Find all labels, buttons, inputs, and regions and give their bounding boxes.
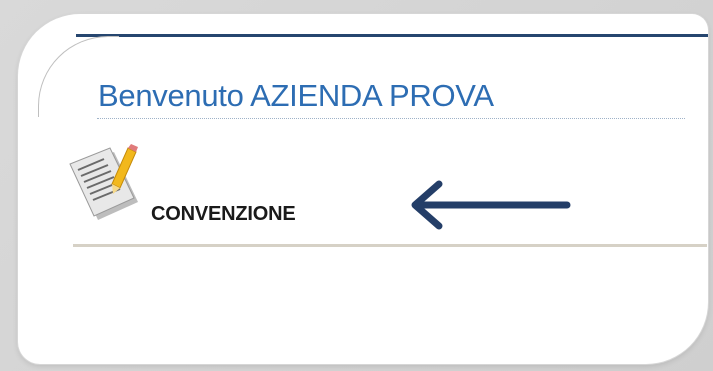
menu-item-convenzione[interactable]: CONVENZIONE [68,144,368,234]
section-divider [73,244,707,247]
panel-corner-shine [688,324,708,364]
document-pencil-icon [69,144,138,220]
content-panel: Benvenuto AZIENDA PROVA CONVENZIONE [18,14,708,364]
screenshot-frame: Benvenuto AZIENDA PROVA CONVENZIONE [0,0,713,371]
header-strip [76,34,708,37]
welcome-title: Benvenuto AZIENDA PROVA [98,78,494,113]
menu-item-label: CONVENZIONE [151,203,296,225]
arrow-left-icon [411,180,571,230]
title-underline [97,118,685,119]
